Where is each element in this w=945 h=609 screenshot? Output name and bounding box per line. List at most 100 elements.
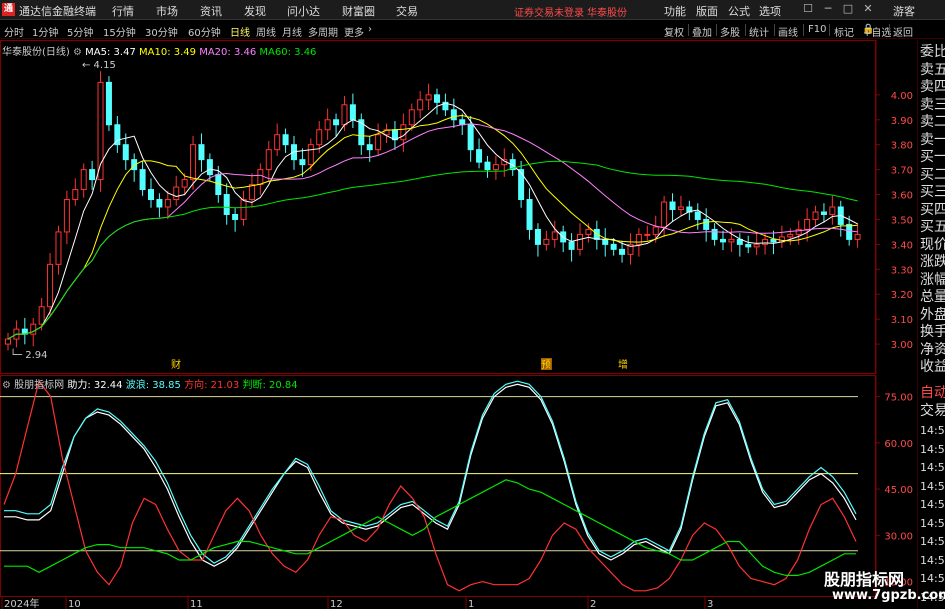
- candle-body: [577, 233, 583, 250]
- quote-label: 现价: [920, 236, 945, 253]
- guest-label[interactable]: 游客: [893, 3, 915, 19]
- zhuli-label: 助力: 32.44: [67, 380, 123, 391]
- candle-body: [349, 104, 356, 121]
- candle-body: [417, 99, 424, 111]
- mark-button[interactable]: 标记: [834, 24, 854, 39]
- price-tick-label: 3.50: [891, 215, 913, 226]
- candlestick-chart[interactable]: 3.00 3.10 3.20 3.30 3.40 3.50 3.60 3.70 3.80 3.90…: [0, 40, 916, 374]
- period-1min[interactable]: 1分钟: [32, 24, 58, 39]
- quote-label: 买四: [920, 201, 945, 218]
- period-more[interactable]: 更多: [344, 24, 364, 39]
- trade-tab[interactable]: 交易: [920, 403, 945, 420]
- price-tick-label: 3.30: [891, 265, 913, 276]
- candle-body: [534, 228, 541, 245]
- price-tick-label: 3.40: [891, 240, 913, 251]
- period-fenshi[interactable]: 分时: [4, 24, 24, 39]
- candle-body: [375, 134, 382, 151]
- draw-line-button[interactable]: 画线: [778, 24, 798, 39]
- candle-body: [703, 218, 710, 230]
- stock-name-top: 华泰股份: [587, 8, 627, 19]
- chevron-right-icon[interactable]: ›: [368, 24, 372, 35]
- period-30min[interactable]: 30分钟: [145, 24, 178, 39]
- candle-body: [450, 109, 457, 121]
- period-multi[interactable]: 多周期: [308, 24, 338, 39]
- settings-icon[interactable]: ⚙: [2, 380, 11, 391]
- auto-toggle[interactable]: 自动: [920, 385, 945, 402]
- ma20-label: MA20: 3.46: [199, 47, 257, 58]
- menu-news[interactable]: 资讯: [200, 3, 222, 19]
- quote-label: 卖二: [920, 114, 945, 130]
- candle-body: [173, 186, 180, 201]
- period-toolbar: 分时 1分钟 5分钟 15分钟 30分钟 60分钟 日线 周线 月线 多周期 更…: [0, 21, 945, 39]
- bolang-label: 波浪: 38.85: [125, 380, 181, 391]
- candle-body: [248, 184, 255, 201]
- period-monthly[interactable]: 月线: [282, 24, 302, 39]
- menu-trade[interactable]: 交易: [396, 3, 418, 19]
- indicator-tick-label: 30.00: [884, 531, 913, 542]
- menu-layout[interactable]: 版面: [696, 3, 718, 19]
- skin-icon[interactable]: ☐: [800, 2, 816, 16]
- candle-body: [669, 201, 676, 210]
- close-icon[interactable]: ✕: [860, 2, 876, 16]
- watermark: 股朋指标网 www.7gpzb.com: [822, 566, 945, 606]
- series-line-3: [4, 479, 856, 576]
- f10-button[interactable]: F10: [808, 24, 826, 35]
- menu-market[interactable]: 市场: [156, 3, 178, 19]
- overlay-button[interactable]: 叠加: [692, 24, 712, 39]
- candle-body: [366, 144, 373, 151]
- candle-body: [198, 144, 205, 161]
- maximize-icon[interactable]: □: [840, 2, 856, 16]
- candle-body: [408, 109, 415, 126]
- candle-body: [661, 201, 668, 228]
- candle-body: [644, 233, 651, 236]
- back-button[interactable]: 返回: [893, 24, 913, 39]
- period-5min[interactable]: 5分钟: [67, 24, 93, 39]
- candle-body: [89, 169, 96, 181]
- adjust-button[interactable]: 复权: [664, 24, 684, 39]
- tick-time: 14:55: [920, 442, 945, 456]
- price-tick-label: 3.80: [891, 141, 913, 152]
- quote-label: 买五: [920, 219, 945, 235]
- add-watchlist-button[interactable]: +自选: [863, 24, 891, 39]
- price-tick-label: 3.00: [891, 340, 913, 351]
- high-annotation: ← 4.15: [82, 60, 116, 71]
- indicator-tick-label: 45.00: [884, 485, 913, 496]
- indicator-tick-label: 75.00: [884, 393, 913, 404]
- menu-wenxiaoda[interactable]: 问小达: [287, 3, 320, 19]
- menu-quotes[interactable]: 行情: [112, 3, 134, 19]
- menu-formula[interactable]: 公式: [728, 3, 750, 19]
- candle-body: [846, 223, 853, 240]
- tick-time: 14:55: [920, 424, 945, 437]
- menu-functions[interactable]: 功能: [664, 3, 686, 19]
- period-weekly[interactable]: 周线: [256, 24, 276, 39]
- login-status[interactable]: 证券交易未登录: [514, 4, 584, 19]
- menu-wealth-circle[interactable]: 财富圈: [342, 3, 375, 19]
- indicator-chart[interactable]: 15.0030.0045.0060.0075.00: [0, 375, 916, 597]
- toolbar-divider: [774, 24, 775, 36]
- candle-body: [762, 238, 769, 245]
- menu-discover[interactable]: 发现: [244, 3, 266, 19]
- indicator-tick-label: 60.00: [884, 439, 913, 450]
- event-marker: 预: [541, 359, 551, 371]
- candle-body: [619, 248, 626, 255]
- indicator-frame: [0, 375, 876, 597]
- minimize-icon[interactable]: ─: [820, 2, 836, 16]
- date-axis: 2024年 10 11 12 1 2 3: [1, 597, 713, 609]
- quote-label: 委比: [920, 44, 945, 60]
- stock-title: 华泰股份(日线): [2, 47, 70, 58]
- toolbar-divider: [829, 24, 830, 36]
- menu-options[interactable]: 选项: [759, 3, 781, 19]
- period-daily[interactable]: 日线: [230, 24, 250, 39]
- candle-body: [829, 206, 836, 215]
- multi-stock-button[interactable]: 多股: [720, 24, 740, 39]
- candle-body: [728, 238, 735, 243]
- stats-button[interactable]: 统计: [749, 24, 769, 39]
- period-60min[interactable]: 60分钟: [188, 24, 221, 39]
- candle-body: [425, 94, 432, 101]
- candle-body: [694, 211, 701, 220]
- period-15min[interactable]: 15分钟: [103, 24, 136, 39]
- settings-icon[interactable]: ⚙: [73, 47, 82, 58]
- candle-body: [80, 169, 87, 191]
- candle-body: [812, 211, 819, 220]
- price-tick-label: 3.70: [891, 166, 913, 177]
